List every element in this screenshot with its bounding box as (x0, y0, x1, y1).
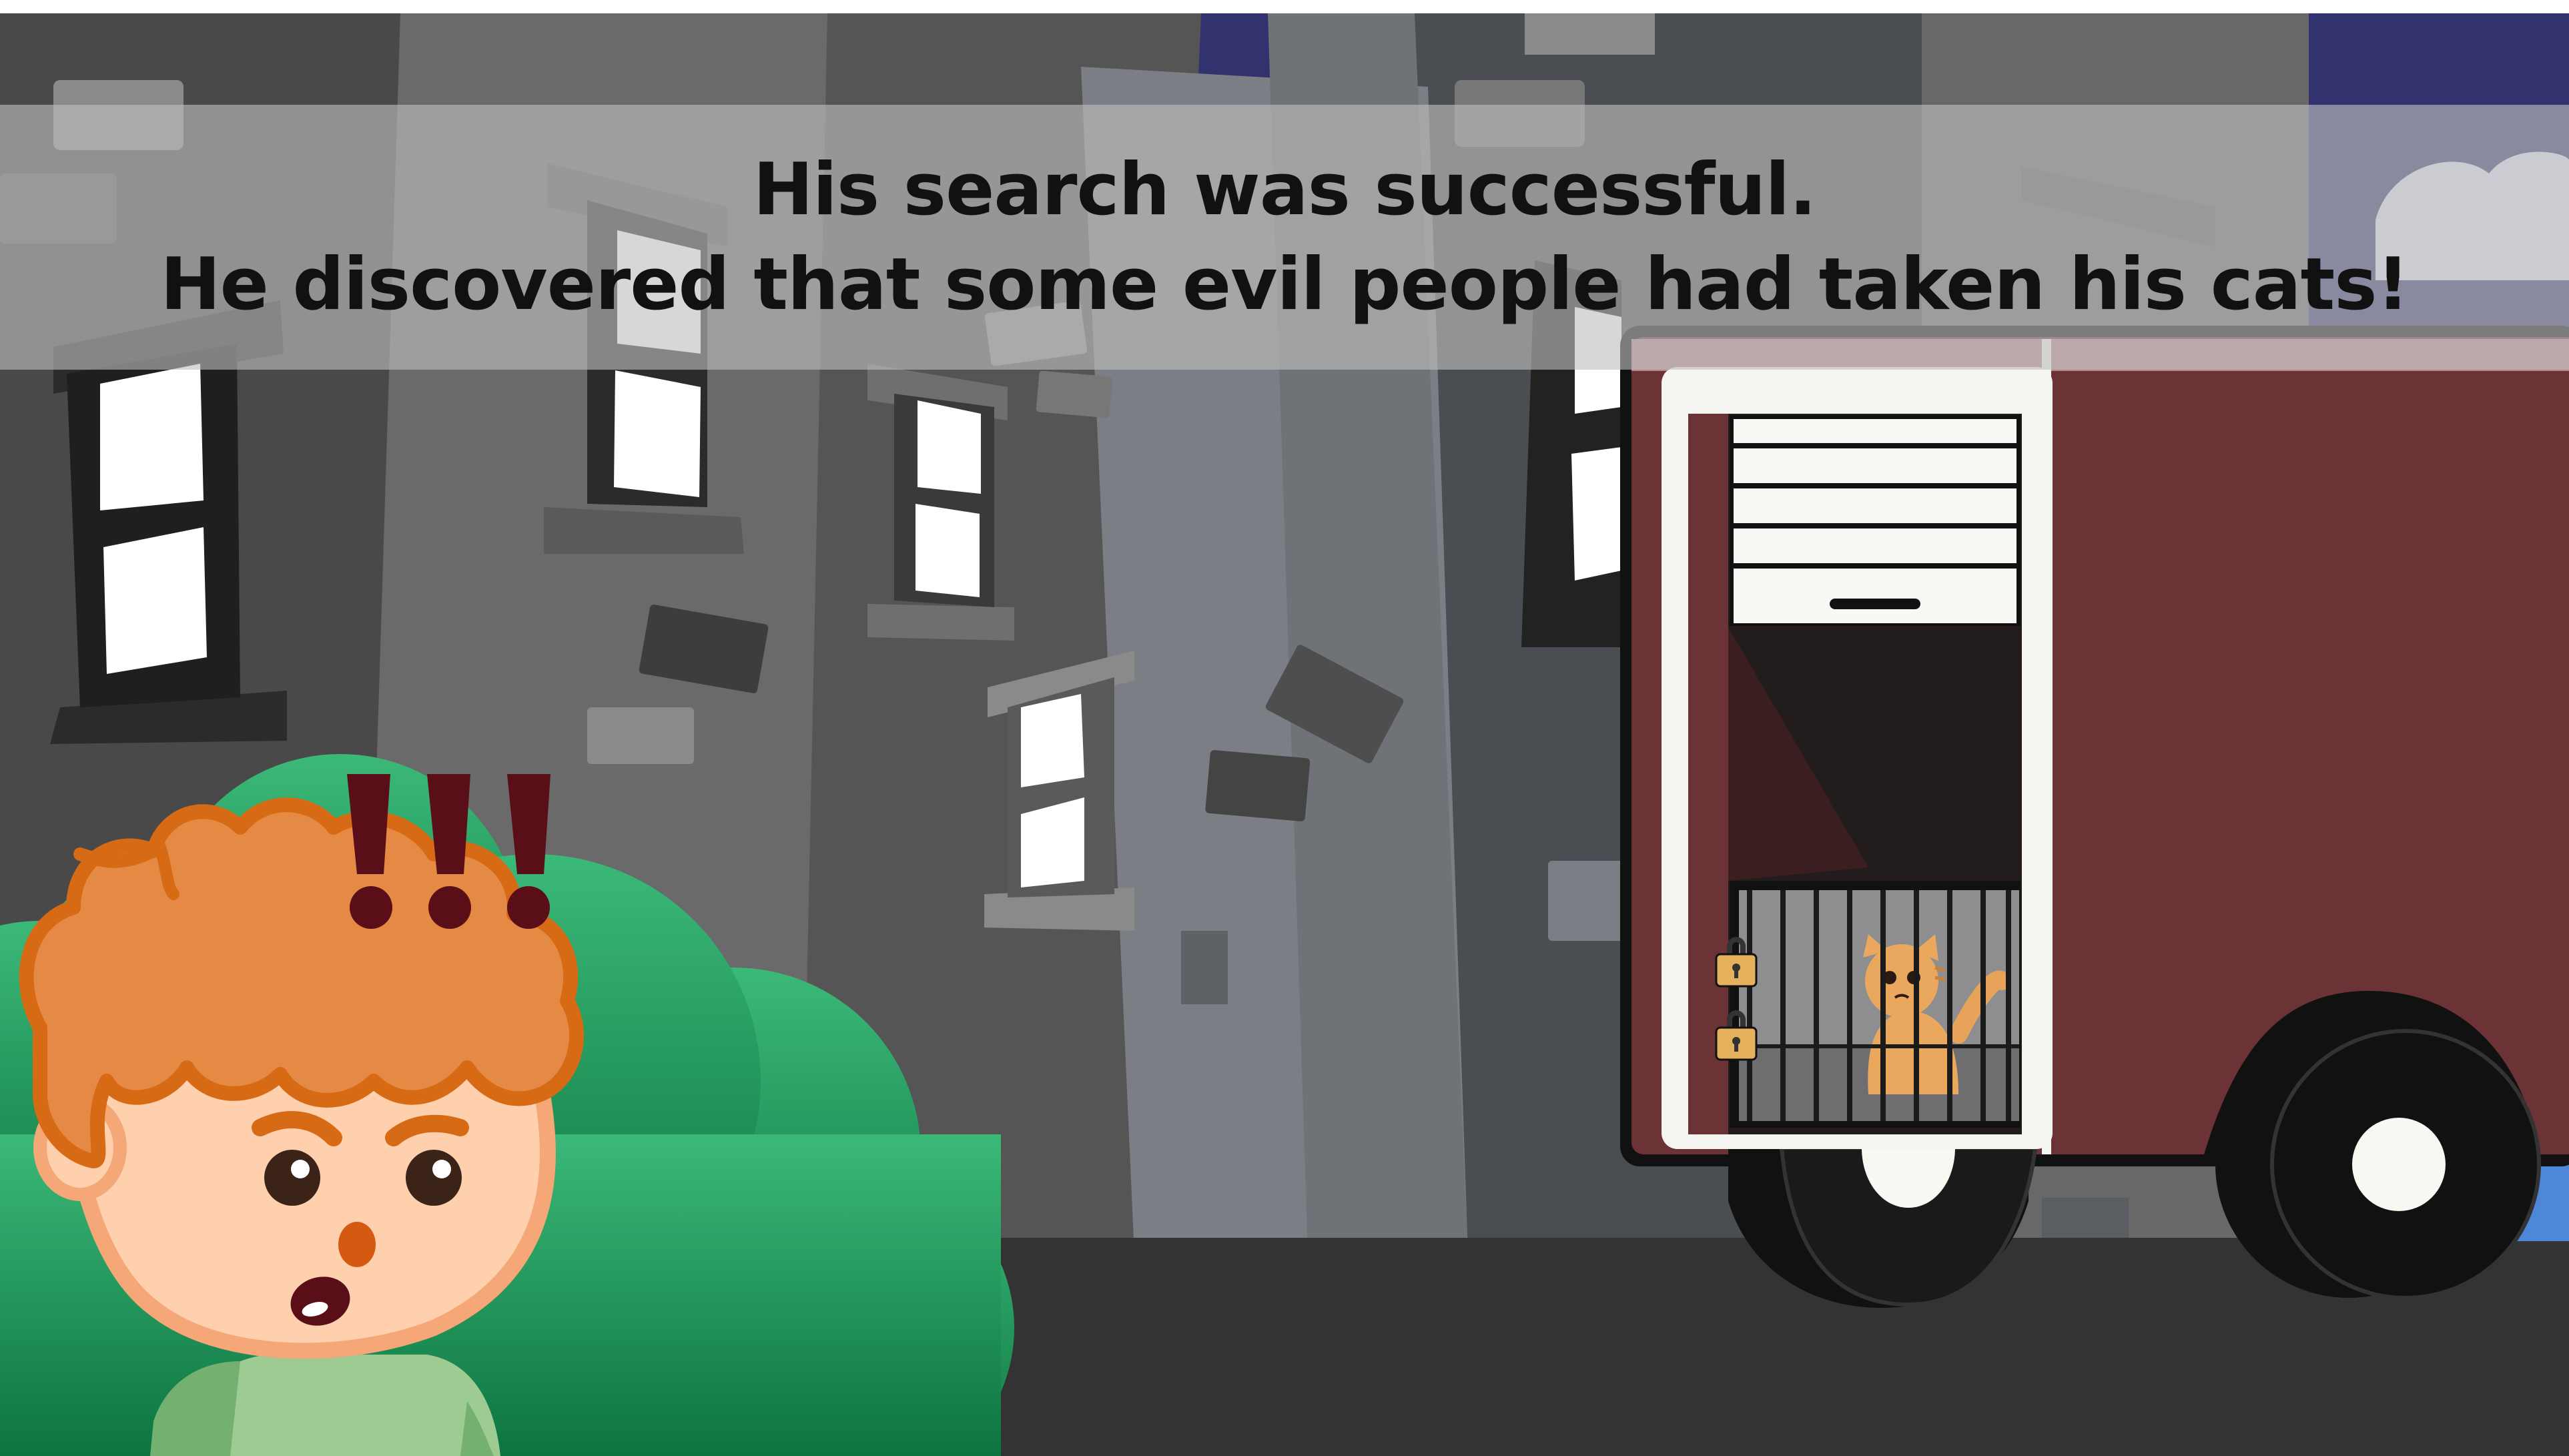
cargo-truck (1620, 326, 2569, 1308)
exclamation-marks (347, 774, 550, 929)
dialogue-line-2: He discovered that some evil people had … (160, 242, 2410, 326)
game-scene[interactable]: !!! His search was successful. He discov… (0, 0, 2569, 1456)
dialogue-line-1: His search was successful. (753, 147, 1817, 232)
dialogue-box[interactable]: His search was successful. He discovered… (0, 105, 2569, 370)
